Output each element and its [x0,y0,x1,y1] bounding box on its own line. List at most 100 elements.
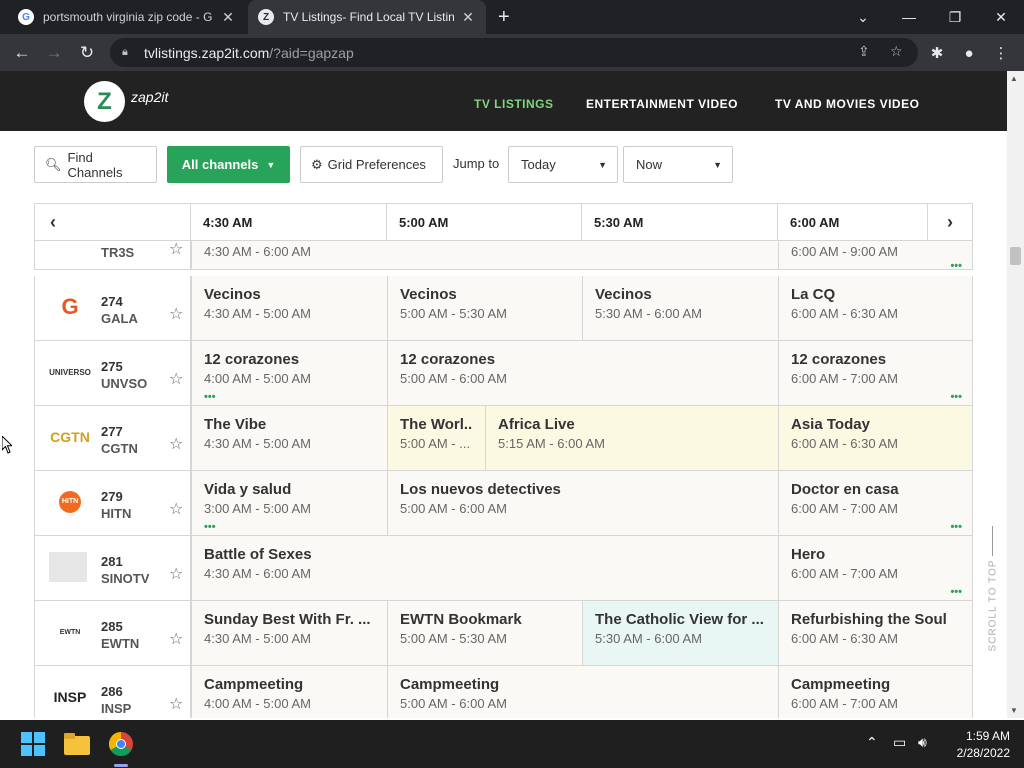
next-time-arrow-icon[interactable]: › [927,204,972,240]
program-cell[interactable]: The Catholic View for ... 5:30 AM - 6:00… [582,601,778,665]
channel-cell[interactable]: 281 SINOTV ☆ [35,536,191,600]
program-time: 4:00 AM - 5:00 AM [204,696,311,711]
program-cell[interactable]: Asia Today 6:00 AM - 6:30 AM [778,406,972,470]
favorite-star-icon[interactable]: ☆ [169,694,183,714]
program-cell[interactable]: Hero 6:00 AM - 7:00 AM ••• [778,536,972,600]
program-cell[interactable]: Battle of Sexes 4:30 AM - 6:00 AM [191,536,778,600]
close-tab-icon[interactable]: ✕ [220,9,236,26]
program-cell[interactable]: The Worl... 5:00 AM - ... [387,406,485,470]
program-cell[interactable]: Campmeeting 5:00 AM - 6:00 AM [387,666,778,718]
channel-cell[interactable]: HITN 279 HITN ☆ [35,471,191,535]
program-cell[interactable]: Vecinos 5:00 AM - 5:30 AM [387,276,582,340]
restore-icon[interactable]: ❐ [932,0,978,34]
close-window-icon[interactable]: ✕ [978,0,1024,34]
channel-cell[interactable]: CGTN 277 CGTN ☆ [35,406,191,470]
program-time: 6:00 AM - 6:30 AM [791,436,898,451]
program-time: 6:00 AM - 7:00 AM [791,696,898,711]
channel-name: SINOTV [101,571,150,586]
program-cell[interactable]: Los nuevos detectives 5:00 AM - 6:00 AM [387,471,778,535]
more-options-icon[interactable]: ••• [950,521,962,533]
program-cell[interactable]: Campmeeting 4:00 AM - 5:00 AM [191,666,387,718]
forward-icon[interactable]: → [43,42,65,64]
more-options-icon[interactable]: ••• [204,391,216,403]
program-cell[interactable]: Doctor en casa 6:00 AM - 7:00 AM ••• [778,471,972,535]
minimize-icon[interactable]: — [886,0,932,34]
program-cell[interactable]: 12 corazones 6:00 AM - 7:00 AM ••• [778,341,972,405]
time-slot-header: 6:00 AM [777,204,927,240]
program-cell[interactable]: Refurbishing the Soul 6:00 AM - 6:30 AM [778,601,972,665]
scroll-to-top-button[interactable]: SCROLL TO TOP [983,520,1003,660]
reload-icon[interactable]: ↻ [76,42,98,64]
channel-cell[interactable]: INSP 286 INSP ☆ [35,666,191,718]
time-select[interactable]: Now ▼ [623,146,733,183]
favorite-star-icon[interactable]: ☆ [169,369,183,389]
address-bar[interactable]: 🔒︎ tvlistings.zap2it.com/?aid=gapzap ⇪ ☆ [110,38,918,67]
menu-icon[interactable]: ⋮ [990,42,1012,64]
program-cell[interactable]: La CQ 6:00 AM - 6:30 AM [778,276,972,340]
program-cell[interactable]: Africa Live 5:15 AM - 6:00 AM [485,406,778,470]
scroll-to-top-label: SCROLL TO TOP [987,559,999,652]
more-options-icon[interactable]: ••• [950,586,962,598]
previous-time-arrow-icon[interactable]: ‹ [35,204,71,240]
chrome-icon[interactable] [107,730,135,758]
favorite-star-icon[interactable]: ☆ [169,629,183,649]
program-cell[interactable]: Sunday Best With Fr. ... 4:30 AM - 5:00 … [191,601,387,665]
scrollbar-thumb[interactable] [1010,247,1021,265]
program-cell[interactable]: Vecinos 4:30 AM - 5:00 AM [191,276,387,340]
channel-cell[interactable]: EWTN 285 EWTN ☆ [35,601,191,665]
channel-name: INSP [101,701,132,716]
extensions-icon[interactable]: ✱ [926,42,948,64]
find-channels-button[interactable]: 🔍︎ Find Channels [34,146,157,183]
scroll-down-arrow-icon[interactable]: ▼ [1010,706,1018,715]
chevron-up-icon[interactable]: ⌃ [866,734,878,751]
page-scrollbar[interactable] [1007,71,1024,718]
program-time: 5:00 AM - 6:00 AM [400,371,507,386]
program-cell[interactable]: The Vibe 4:30 AM - 5:00 AM [191,406,387,470]
share-icon[interactable]: ⇪ [858,43,870,60]
favorite-star-icon[interactable]: ☆ [169,564,183,584]
google-favicon-icon: G [18,9,34,25]
profile-icon[interactable]: ● [958,42,980,64]
zap2it-logo[interactable]: Z [84,81,125,122]
new-tab-button[interactable]: + [498,6,510,29]
program-title: Campmeeting [791,676,891,693]
favorite-star-icon[interactable]: ☆ [169,499,183,519]
network-icon[interactable]: ▭ [893,734,906,751]
channel-row-ewtn: EWTN 285 EWTN ☆ Sunday Best With Fr. ...… [34,601,973,666]
volume-icon[interactable]: 🔊︎ [918,734,927,751]
all-channels-dropdown[interactable]: All channels ▼ [167,146,290,183]
channel-cell[interactable]: UNIVERSO 275 UNVSO ☆ [35,341,191,405]
system-clock[interactable]: 1:59 AM 2/28/2022 [957,728,1010,762]
favorite-star-icon[interactable]: ☆ [169,434,183,454]
browser-tab-google[interactable]: G portsmouth virginia zip code - G ✕ [8,0,246,34]
nav-entertainment-video[interactable]: ENTERTAINMENT VIDEO [586,97,738,111]
channel-cell[interactable]: G 274 GALA ☆ [35,276,191,340]
windows-start-icon[interactable] [19,730,47,758]
program-cell[interactable]: 12 corazones 4:00 AM - 5:00 AM ••• [191,341,387,405]
bookmark-star-icon[interactable]: ☆ [890,43,903,60]
time-slot-header: 5:30 AM [581,204,777,240]
day-select[interactable]: Today ▼ [508,146,618,183]
favorite-star-icon[interactable]: ☆ [169,239,183,259]
back-icon[interactable]: ← [11,42,33,64]
grid-preferences-button[interactable]: ⚙ Grid Preferences [300,146,443,183]
nav-tv-movies-video[interactable]: TV AND MOVIES VIDEO [775,97,919,111]
favorite-star-icon[interactable]: ☆ [169,304,183,324]
file-explorer-icon[interactable] [63,730,91,758]
close-tab-icon[interactable]: ✕ [460,9,476,26]
program-cell[interactable]: 12 corazones 5:00 AM - 6:00 AM [387,341,778,405]
program-cell[interactable]: Vida y salud 3:00 AM - 5:00 AM ••• [191,471,387,535]
program-cell[interactable]: EWTN Bookmark 5:00 AM - 5:30 AM [387,601,582,665]
more-options-icon[interactable]: ••• [950,391,962,403]
channel-row-sinotv: 281 SINOTV ☆ Battle of Sexes 4:30 AM - 6… [34,536,973,601]
program-cell[interactable]: Vecinos 5:30 AM - 6:00 AM [582,276,778,340]
more-options-icon[interactable]: ••• [950,260,962,272]
more-options-icon[interactable]: ••• [204,521,216,533]
browser-tab-zap2it[interactable]: Z TV Listings- Find Local TV Listing ✕ [248,0,486,34]
program-cell[interactable]: Campmeeting 6:00 AM - 7:00 AM [778,666,972,718]
tab-search-icon[interactable]: ⌄ [840,0,886,34]
channel-number: 285 [101,619,123,634]
scroll-up-arrow-icon[interactable]: ▲ [1010,74,1018,83]
nav-tv-listings[interactable]: TV LISTINGS [474,97,554,111]
caret-down-icon: ▼ [266,159,276,170]
